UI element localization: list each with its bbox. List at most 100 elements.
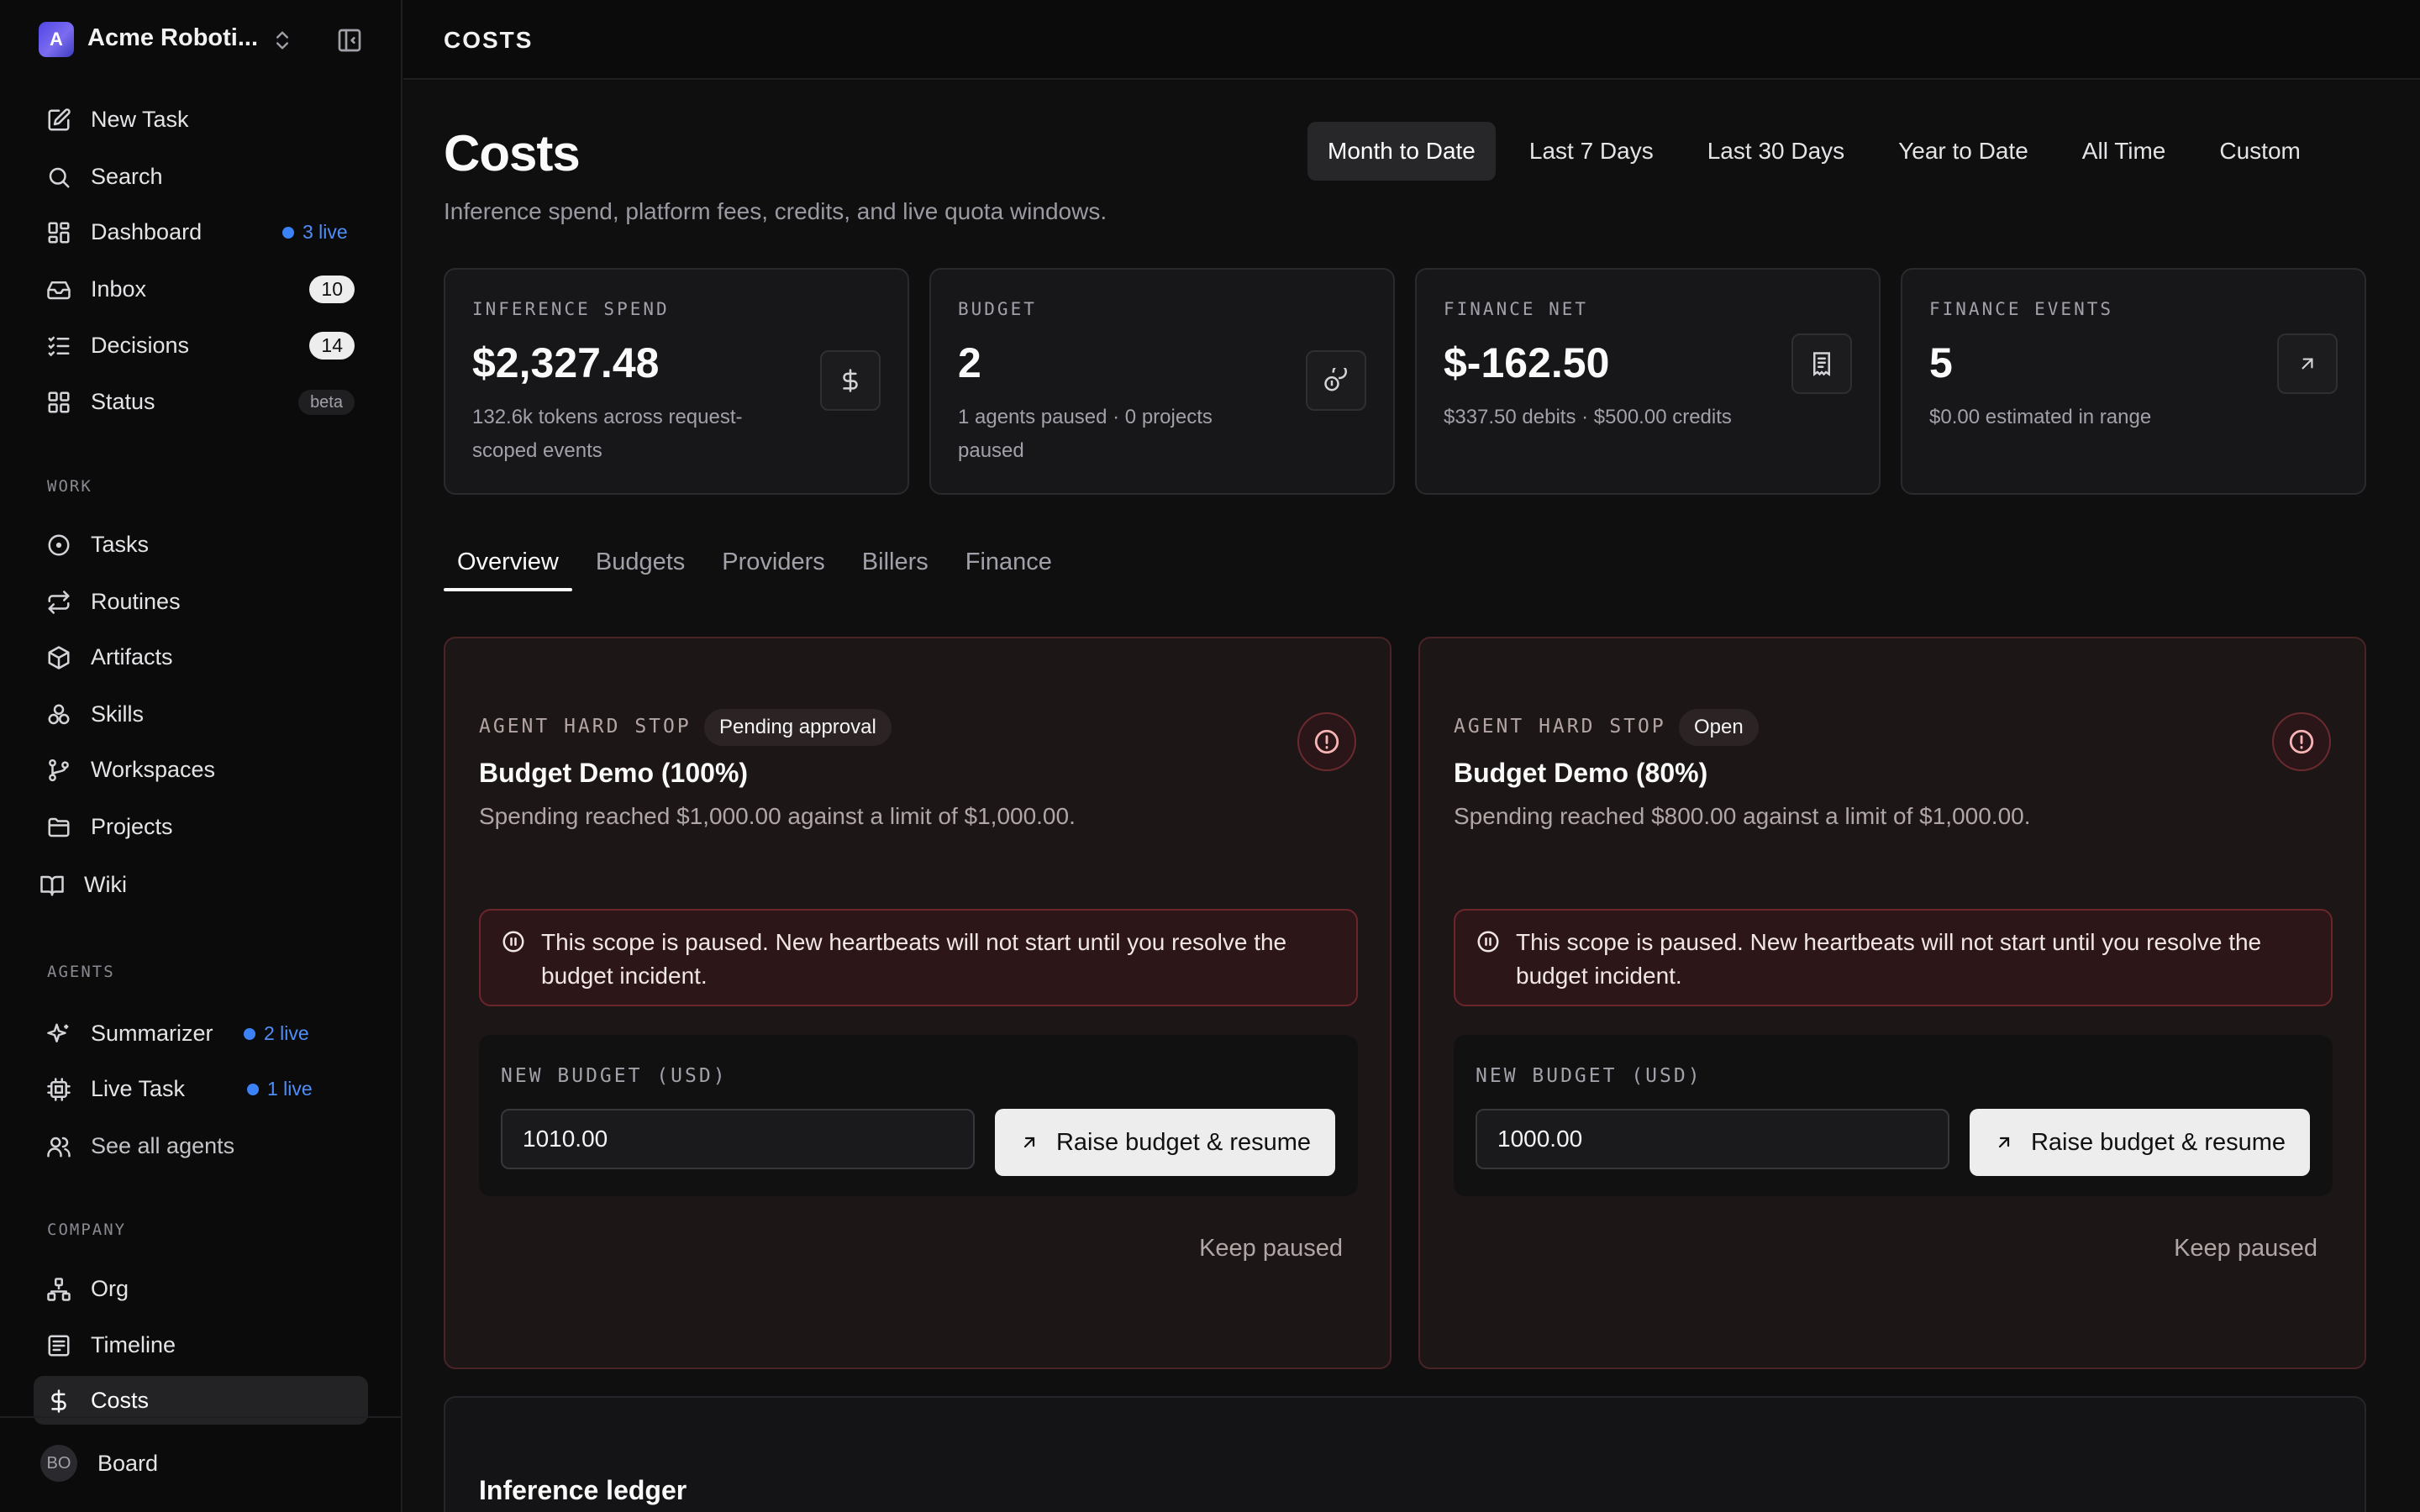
date-range-tabs: Month to Date Last 7 Days Last 30 Days Y… (1307, 122, 2321, 181)
paused-banner-text: This scope is paused. New heartbeats wil… (541, 929, 1287, 989)
arrow-up-right-icon (1998, 1137, 2010, 1148)
sidebar-item-label: Summarizer (91, 1020, 213, 1046)
folder-icon (48, 817, 70, 837)
package-icon (48, 646, 70, 669)
sidebar-item-routines[interactable]: Routines (34, 577, 368, 626)
main-content: Costs Inference spend, platform fees, cr… (403, 81, 2420, 1512)
boxes-icon (48, 704, 70, 725)
users-icon (47, 1137, 71, 1158)
tab-billers[interactable]: Billers (849, 541, 942, 591)
range-tab-month-to-date[interactable]: Month to Date (1307, 122, 1496, 181)
keep-paused-button[interactable]: Keep paused (1199, 1235, 1343, 1263)
checklist-icon (48, 336, 70, 357)
sidebar-item-decisions[interactable]: Decisions 14 (34, 321, 368, 370)
arrow-up-right-icon (2302, 358, 2313, 370)
stat-label: FINANCE NET (1444, 299, 1589, 319)
sidebar-item-projects[interactable]: Projects (34, 802, 368, 851)
stat-label: FINANCE EVENTS (1929, 299, 2114, 319)
sidebar-item-status[interactable]: Status beta (34, 377, 368, 426)
sidebar-item-label: Skills (91, 701, 145, 727)
sidebar-item-dashboard[interactable]: Dashboard 3 live (34, 207, 368, 256)
sidebar-item-label: Projects (91, 813, 173, 839)
sidebar-item-wiki[interactable]: Wiki (27, 860, 361, 909)
stat-icon-box (1306, 350, 1366, 411)
dollar-icon (843, 369, 858, 392)
incident-kicker: AGENT HARD STOP (479, 716, 692, 738)
new-budget-input[interactable] (1476, 1109, 1949, 1169)
tab-overview[interactable]: Overview (444, 541, 572, 591)
status-badge: Pending approval (704, 709, 892, 746)
list-icon (48, 1335, 70, 1357)
stat-note: $0.00 estimated in range (1929, 406, 2152, 428)
sidebar-item-label: Routines (91, 588, 181, 614)
keep-paused-button[interactable]: Keep paused (2174, 1235, 2317, 1263)
sidebar-item-inbox[interactable]: Inbox 10 (34, 265, 368, 313)
alert-icon-box (2272, 712, 2331, 771)
live-dot (282, 226, 294, 239)
stat-card-budget: BUDGET 2 1 agents paused · 0 projects pa… (929, 268, 1395, 495)
arrow-up-right-icon (1023, 1137, 1035, 1148)
sidebar-item-label: Artifacts (91, 643, 173, 669)
breadcrumb: COSTS (444, 27, 534, 53)
sidebar-item-label: Search (91, 163, 163, 189)
paused-banner: This scope is paused. New heartbeats wil… (479, 909, 1358, 1006)
paused-banner-text: This scope is paused. New heartbeats wil… (1516, 929, 2262, 989)
stat-icon-box (820, 350, 881, 411)
inbox-icon (47, 281, 71, 300)
org-chart-icon (47, 1278, 71, 1301)
stat-label: INFERENCE SPEND (472, 299, 670, 319)
sidebar-item-label: Timeline (91, 1331, 176, 1357)
range-tab-custom[interactable]: Custom (2199, 122, 2320, 181)
sidebar-item-label: Tasks (91, 531, 150, 557)
sidebar-collapse-icon[interactable] (336, 27, 363, 54)
avatar: BO (40, 1445, 77, 1482)
sparkles-icon (47, 1023, 69, 1042)
page-subtitle: Inference spend, platform fees, credits,… (444, 198, 1107, 224)
range-tab-last-7-days[interactable]: Last 7 Days (1509, 122, 1674, 181)
section-label-agents: AGENTS (47, 963, 115, 981)
sidebar-item-see-all-agents[interactable]: See all agents (34, 1121, 368, 1170)
sidebar-item-skills[interactable]: Skills (34, 690, 368, 738)
tab-finance[interactable]: Finance (952, 541, 1065, 591)
sidebar-item-artifacts[interactable]: Artifacts (34, 633, 368, 681)
live-count: 1 live (267, 1078, 313, 1100)
dashboard-icon (48, 222, 70, 244)
range-tab-year-to-date[interactable]: Year to Date (1878, 122, 2049, 181)
org-switcher[interactable]: A Acme Roboti... (0, 0, 401, 81)
tab-budgets[interactable]: Budgets (582, 541, 698, 591)
sidebar-item-label: Costs (91, 1387, 150, 1413)
sidebar-item-label: Wiki (84, 871, 127, 897)
sidebar-item-timeline[interactable]: Timeline (34, 1320, 368, 1369)
range-tab-all-time[interactable]: All Time (2062, 122, 2186, 181)
sidebar-item-tasks[interactable]: Tasks (34, 520, 368, 569)
sidebar-item-workspaces[interactable]: Workspaces (34, 745, 368, 794)
stat-note: 132.6k tokens across request-scoped even… (472, 406, 743, 462)
range-tab-last-30-days[interactable]: Last 30 Days (1687, 122, 1865, 181)
alert-circle-icon (1314, 729, 1339, 754)
stat-card-finance-net: FINANCE NET $-162.50 $337.50 debits · $5… (1415, 268, 1881, 495)
chevrons-up-down-icon[interactable] (271, 27, 294, 54)
circle-dot-icon (48, 534, 70, 556)
stat-icon-box (1791, 333, 1852, 394)
raise-budget-button[interactable]: Raise budget & resume (995, 1109, 1335, 1176)
sidebar: A Acme Roboti... New Task Search Dashboa… (0, 0, 402, 1512)
new-budget-input[interactable] (501, 1109, 975, 1169)
search-icon (49, 167, 70, 188)
sidebar-item-search[interactable]: Search (34, 152, 368, 201)
tab-providers[interactable]: Providers (708, 541, 839, 591)
user-menu[interactable]: BO Board (0, 1416, 401, 1512)
page-title: Costs (444, 125, 581, 181)
section-label-work: WORK (47, 477, 92, 496)
stat-value: 5 (1929, 339, 1953, 386)
budget-incident-card: AGENT HARD STOP Open Budget Demo (80%) S… (1418, 637, 2366, 1369)
stat-note: $337.50 debits · $500.00 credits (1444, 406, 1732, 428)
raise-budget-button[interactable]: Raise budget & resume (1970, 1109, 2310, 1176)
sidebar-item-live-task[interactable]: Live Task 1 live (34, 1064, 368, 1113)
sidebar-item-new-task[interactable]: New Task (34, 95, 368, 144)
raise-budget-label: Raise budget & resume (2030, 1128, 2286, 1156)
sidebar-item-label: New Task (91, 106, 189, 132)
sidebar-item-summarizer[interactable]: Summarizer 2 live (34, 1009, 368, 1058)
stat-card-inference-spend: INFERENCE SPEND $2,327.48 132.6k tokens … (444, 268, 909, 495)
sidebar-item-org[interactable]: Org (34, 1264, 368, 1313)
ledger-title: Inference ledger (479, 1475, 687, 1505)
